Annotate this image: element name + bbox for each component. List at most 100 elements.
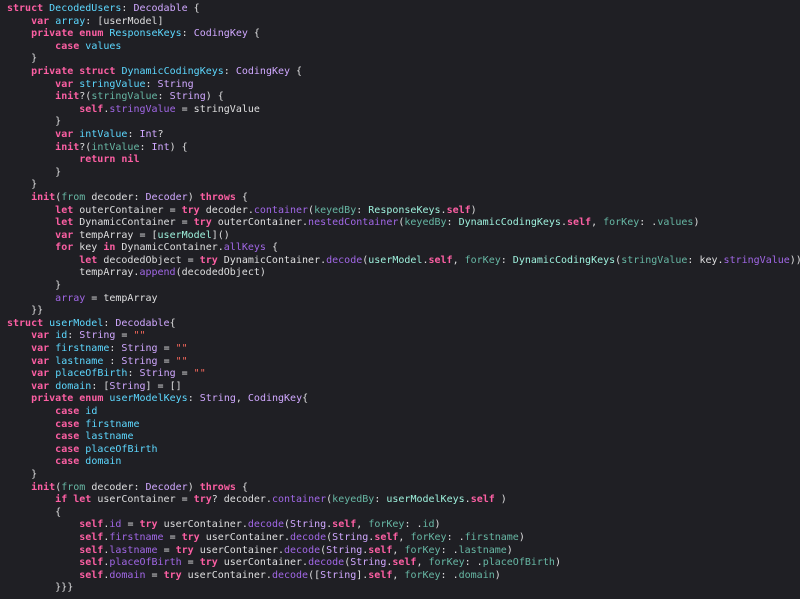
code-argument-label: placeOfBirth	[482, 557, 555, 569]
code-line[interactable]: self.id = try userContainer.decode(Strin…	[7, 519, 800, 532]
code-line[interactable]: }	[7, 469, 800, 482]
code-declaration: ResponseKeys	[109, 28, 182, 40]
code-line[interactable]: let decodedObject = try DynamicContainer…	[7, 255, 800, 268]
code-text: userContainer =	[91, 494, 194, 506]
code-line[interactable]: private enum userModelKeys: String, Codi…	[7, 393, 800, 406]
code-line[interactable]: case id	[7, 406, 800, 419]
code-line[interactable]: case lastname	[7, 431, 800, 444]
code-keyword: let	[73, 494, 92, 506]
code-line[interactable]: for key in DynamicContainer.allKeys {	[7, 242, 800, 255]
code-line[interactable]: self.lastname = try userContainer.decode…	[7, 545, 800, 558]
code-line[interactable]: case domain	[7, 456, 800, 469]
code-line[interactable]: {	[7, 507, 800, 520]
code-line[interactable]: let outerContainer = try decoder.contain…	[7, 205, 800, 218]
code-line[interactable]: }	[7, 280, 800, 293]
code-line[interactable]: var placeOfBirth: String = ""	[7, 368, 800, 381]
code-line[interactable]: struct DecodedUsers: Decodable {	[7, 3, 800, 16]
code-line[interactable]: var id: String = ""	[7, 330, 800, 343]
code-type: String	[332, 531, 369, 543]
code-line[interactable]: init(from decoder: Decoder) throws {	[7, 192, 800, 205]
code-text: ) {	[169, 141, 188, 153]
code-line[interactable]: self.firstname = try userContainer.decod…	[7, 532, 800, 545]
code-line[interactable]: var array: [userModel]	[7, 16, 800, 29]
code-editor[interactable]: struct DecodedUsers: Decodable { var arr…	[0, 0, 800, 599]
code-line[interactable]: private enum ResponseKeys: CodingKey {	[7, 28, 800, 41]
code-type: CodingKey	[247, 393, 303, 405]
code-line[interactable]: case placeOfBirth	[7, 444, 800, 457]
code-text: ,	[398, 531, 411, 543]
code-text: ))	[789, 254, 800, 266]
code-text: : .	[440, 544, 459, 556]
code-property: append	[139, 267, 176, 279]
code-declaration: array	[55, 15, 86, 27]
code-property: nestedContainer	[308, 217, 399, 229]
code-line[interactable]: var lastname : String = ""	[7, 356, 800, 369]
code-type: String	[290, 519, 327, 531]
code-text: userContainer.	[181, 569, 272, 581]
code-keyword: self	[79, 569, 104, 581]
code-line[interactable]: init?(intValue: Int) {	[7, 142, 800, 155]
code-line[interactable]: }}}	[7, 582, 800, 595]
code-line[interactable]: var stringValue: String	[7, 79, 800, 92]
code-line[interactable]: }	[7, 167, 800, 180]
code-line[interactable]: tempArray.append(decodedObject)	[7, 267, 800, 280]
code-text: ,	[452, 254, 465, 266]
code-line[interactable]: }	[7, 179, 800, 192]
code-line[interactable]: let DynamicContainer = try outerContaine…	[7, 217, 800, 230]
code-text: ?(	[79, 141, 92, 153]
code-line[interactable]: case firstname	[7, 419, 800, 432]
code-keyword: self	[79, 531, 104, 543]
code-line[interactable]: var intValue: Int?	[7, 129, 800, 142]
code-line[interactable]: }	[7, 53, 800, 66]
code-keyword: var	[55, 128, 74, 140]
code-argument-label: keyedBy	[332, 494, 375, 506]
code-declaration: firstname	[55, 343, 110, 355]
code-text: :	[139, 141, 152, 153]
code-text: : .	[639, 217, 658, 229]
code-keyword: if	[55, 494, 68, 506]
code-type: String	[169, 91, 206, 103]
code-line[interactable]: self.stringValue = stringValue	[7, 104, 800, 117]
code-line[interactable]: return nil	[7, 154, 800, 167]
code-text: ,	[356, 519, 369, 531]
code-declaration: lastname	[55, 355, 104, 367]
code-text: outerContainer =	[73, 204, 182, 216]
code-line[interactable]: init?(stringValue: String) {	[7, 91, 800, 104]
code-line[interactable]: private struct DynamicCodingKeys: Coding…	[7, 66, 800, 79]
code-line[interactable]: var domain: [String] = []	[7, 381, 800, 394]
code-line[interactable]: array = tempArray	[7, 293, 800, 306]
code-keyword: enum	[79, 393, 104, 405]
code-type: Decoder	[145, 481, 188, 493]
code-text: ,	[416, 557, 429, 569]
code-line[interactable]: self.domain = try userContainer.decode([…	[7, 570, 800, 583]
code-text: : .	[404, 519, 423, 531]
code-line[interactable]: }}	[7, 305, 800, 318]
code-line[interactable]: struct userModel: Decodable{	[7, 318, 800, 331]
code-line[interactable]: }	[7, 116, 800, 129]
code-line[interactable]: var firstname: String = ""	[7, 343, 800, 356]
code-keyword: var	[55, 78, 74, 90]
code-line[interactable]: case values	[7, 41, 800, 54]
code-text: decodedObject =	[97, 254, 200, 266]
code-line[interactable]: var tempArray = [userModel]()	[7, 230, 800, 243]
code-property: decode	[290, 531, 327, 543]
code-text: :	[500, 254, 513, 266]
code-line[interactable]: if let userContainer = try? decoder.cont…	[7, 494, 800, 507]
code-argument-label: stringValue	[91, 91, 158, 103]
code-property: allKeys	[223, 242, 266, 254]
code-line[interactable]: init(from decoder: Decoder) throws {	[7, 482, 800, 495]
code-text: DynamicContainer =	[73, 217, 194, 229]
code-text: :	[374, 494, 387, 506]
code-line[interactable]: self.placeOfBirth = try userContainer.de…	[7, 557, 800, 570]
code-text: ,	[235, 393, 248, 405]
